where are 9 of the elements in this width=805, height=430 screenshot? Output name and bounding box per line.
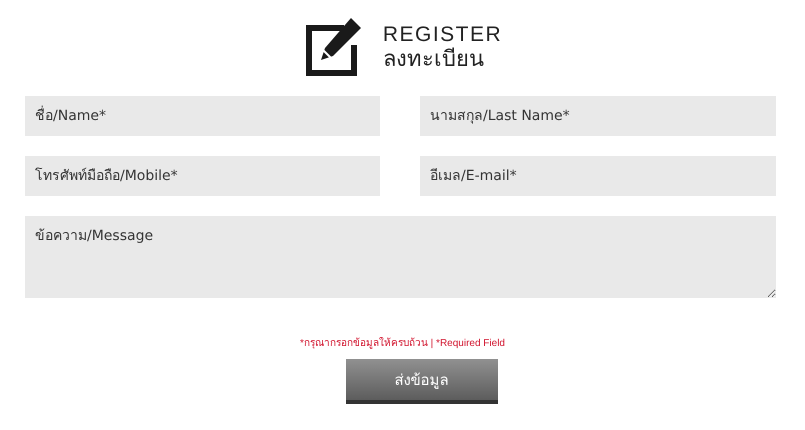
register-subtitle: ลงทะเบียน <box>382 47 485 73</box>
required-note: *กรุณากรอกข้อมูลให้ครบถ้วน | *Required Field <box>299 336 506 350</box>
register-title: REGISTER <box>382 23 502 47</box>
input-field[interactable]: ชื่อ/Name* <box>25 96 380 136</box>
submit-button[interactable]: ส่งข้อมูล <box>346 359 498 404</box>
message-field[interactable]: ข้อความ/Message <box>25 216 776 298</box>
input-field[interactable]: อีเมล/E-mail* <box>420 156 776 196</box>
input-field[interactable]: นามสกุล/Last Name* <box>420 96 776 136</box>
input-field[interactable]: โทรศัพท์มือถือ/Mobile* <box>25 156 380 196</box>
